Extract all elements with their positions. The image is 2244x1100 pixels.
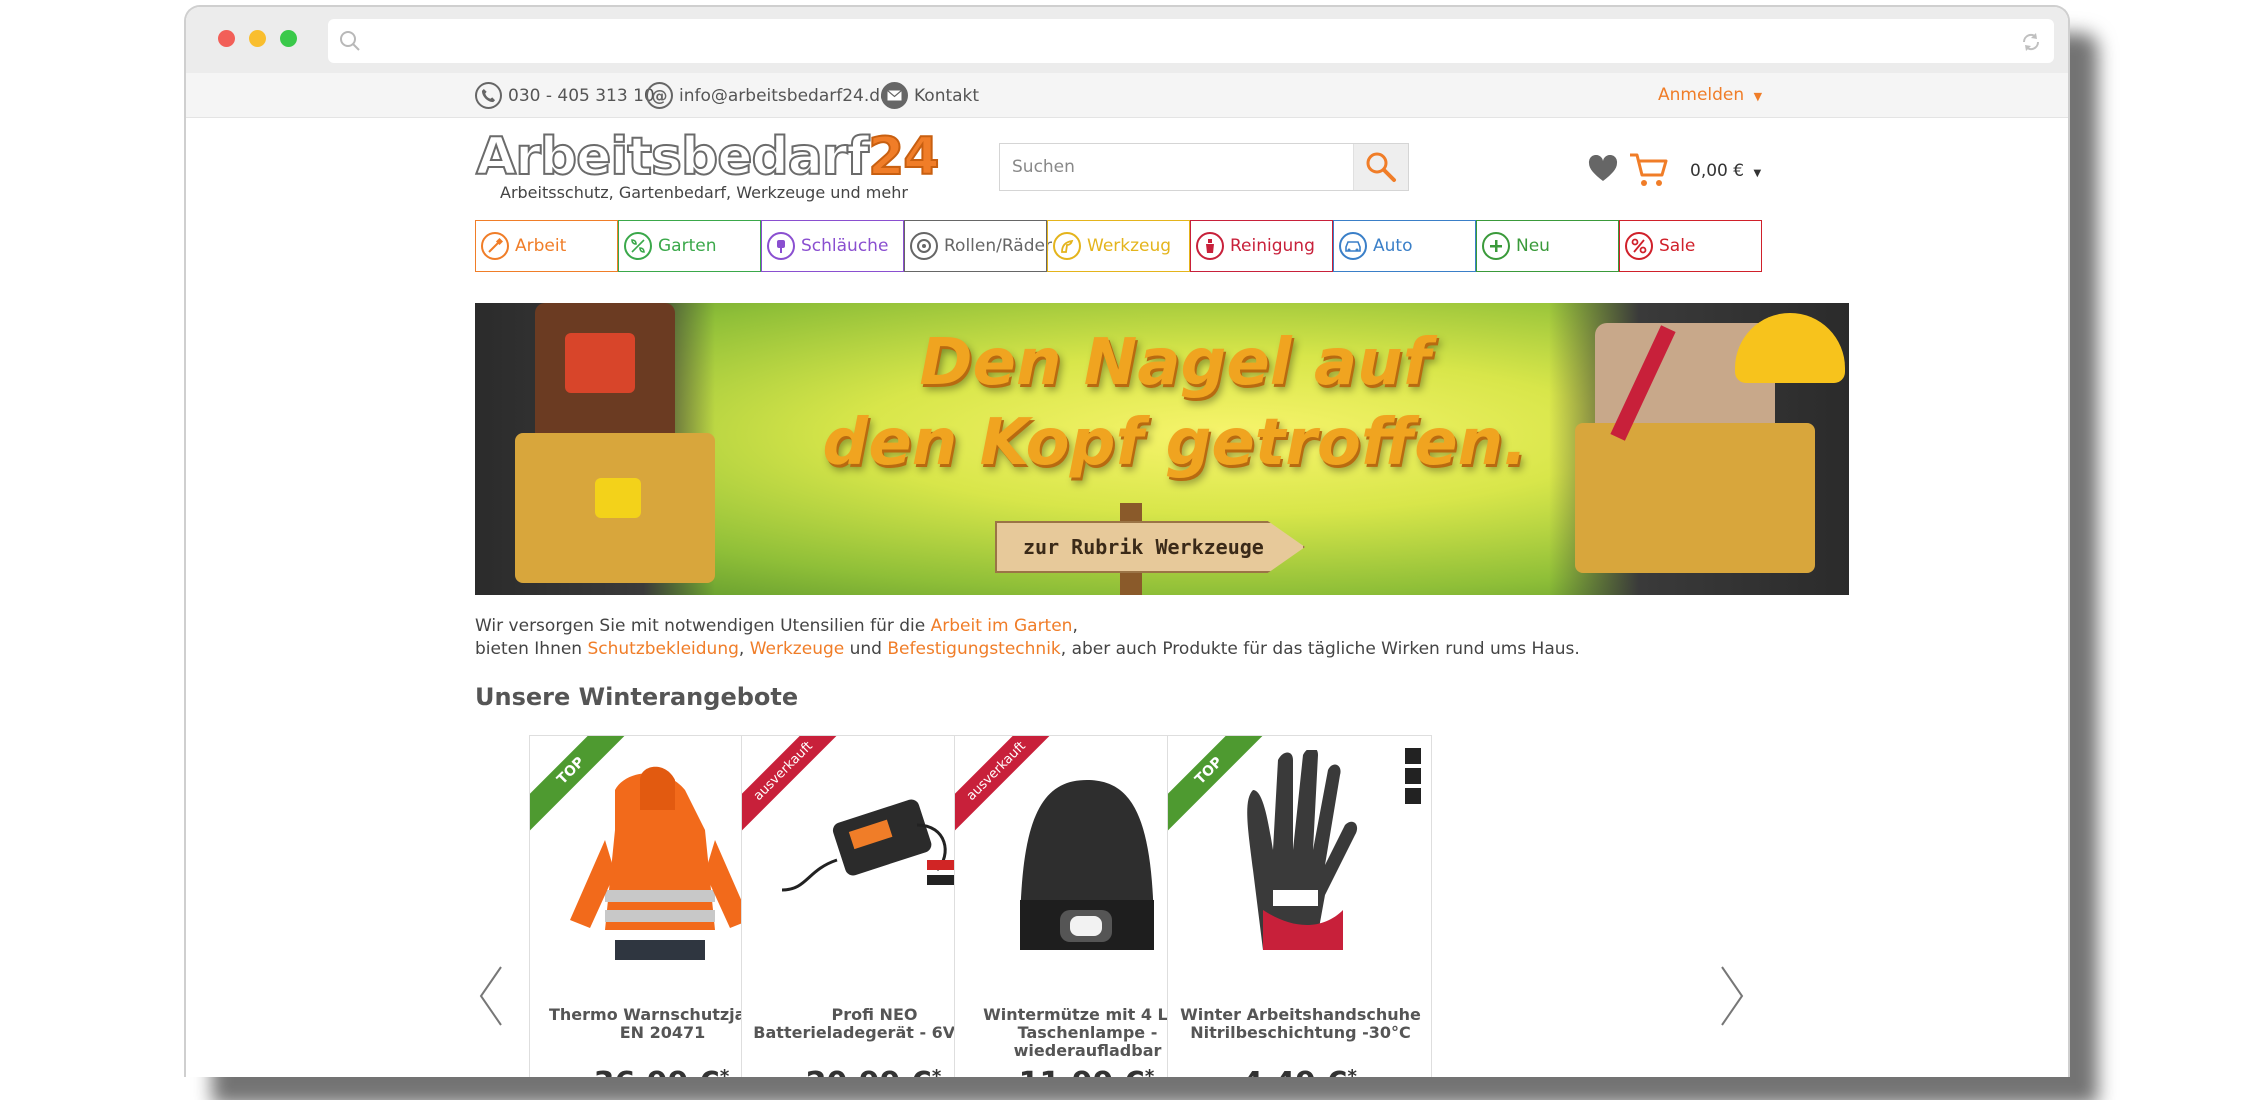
shovel-icon [481,232,509,260]
login-label: Anmelden [1658,85,1745,105]
product-price-footnote: * [931,1066,942,1077]
site-logo[interactable]: Arbeitsbedarf24 Arbeitsschutz, Gartenbed… [475,130,940,202]
intro-text-part: bieten Ihnen [475,639,588,659]
link-fastening[interactable]: Befestigungstechnik [887,639,1060,659]
nav-tab-label: Werkzeug [1087,236,1172,256]
intro-text-part: , aber auch Produkte für das tägliche Wi… [1060,639,1580,659]
logo-text: Arbeitsbedarf [475,127,870,187]
caret-down-icon: ▼ [1753,168,1762,179]
nav-tab-label: Garten [658,236,717,256]
banner-headline: Den Nagel auf den Kopf getroffen. [795,323,1555,483]
product-card[interactable]: TOP Winter Arbeitshandschuhe Nitrilbeschi… [1167,735,1432,1077]
nav-tab-werkzeug[interactable]: Werkzeug [1047,220,1190,272]
product-image[interactable] [1193,747,1408,970]
mail-icon [881,82,908,109]
intro-text-part: , [738,639,750,659]
banner-headline-line1: Den Nagel auf [919,326,1431,400]
hero-banner[interactable]: Den Nagel auf den Kopf getroffen. zur Ru… [475,303,1849,595]
login-dropdown[interactable]: Anmelden ▼ [1658,85,1762,105]
nav-tab-label: Reinigung [1230,236,1315,256]
section-title: Unsere Winterangebote [475,683,799,711]
nav-tab-neu[interactable]: Neu [1476,220,1619,272]
banner-headline-line2: den Kopf getroffen. [822,406,1528,480]
close-window-button[interactable] [218,30,235,47]
phone-icon [475,82,502,109]
cleaning-icon [1196,232,1224,260]
link-tools[interactable]: Werkzeuge [750,639,845,659]
product-price-footnote: * [1144,1066,1155,1077]
cart-total: 0,00 € [1690,161,1745,181]
nav-tab-arbeit[interactable]: Arbeit [475,220,618,272]
intro-text-part: , [1072,616,1078,636]
logo-number: 24 [867,127,940,187]
nav-tab-label: Auto [1373,236,1413,256]
product-image[interactable] [980,750,1195,970]
nav-tab-rollen-räder[interactable]: Rollen/Räder [904,220,1052,272]
garden-icon [624,232,652,260]
search-button[interactable] [1353,144,1408,190]
maximize-window-button[interactable] [280,30,297,47]
browser-window: 030 - 405 313 10 @ info@arbeitsbedarf24.… [184,5,2070,1077]
nav-tab-label: Rollen/Räder [944,236,1052,256]
minimize-window-button[interactable] [249,30,266,47]
wheel-icon [910,232,938,260]
cart-icon[interactable] [1628,151,1670,189]
tool-icon [1053,232,1081,260]
phone-number: 030 - 405 313 10 [508,85,655,106]
hose-icon [767,232,795,260]
product-price-footnote: * [719,1066,730,1077]
intro-text: Wir versorgen Sie mit notwendigen Utensi… [475,615,1580,661]
banner-cta-sign[interactable]: zur Rubrik Werkzeuge [995,521,1305,573]
product-price-value: 11,99 € [1019,1066,1145,1077]
intro-text-part: und [844,639,888,659]
cart-total-dropdown[interactable]: 0,00 € ▼ [1690,161,1761,181]
contact-bar: 030 - 405 313 10 @ info@arbeitsbedarf24.… [186,73,2068,118]
caret-down-icon: ▼ [1753,90,1763,103]
car-icon [1339,232,1367,260]
carousel-prev-arrow-icon[interactable] [477,965,505,1027]
search-icon [340,31,360,51]
email-address: info@arbeitsbedarf24.de [679,85,891,106]
nav-tab-label: Schläuche [801,236,889,256]
phone-link[interactable]: 030 - 405 313 10 [475,82,655,109]
category-nav: Arbeit Garten Schläuche Rollen/Räder Werkzeu… [475,220,1762,272]
link-protective-clothing[interactable]: Schutzbekleidung [587,639,738,659]
nav-tab-sale[interactable]: Sale [1619,220,1762,272]
logo-tagline: Arbeitsschutz, Gartenbedarf, Werkzeuge u… [500,183,908,202]
product-price: 4,49 €* [1168,1066,1431,1077]
product-price-value: 36,99 € [594,1066,720,1077]
intro-text-part: Wir versorgen Sie mit notwendigen Utensi… [475,616,931,636]
at-icon: @ [646,82,673,109]
product-price-value: 4,49 € [1242,1066,1347,1077]
product-image[interactable] [767,750,982,970]
browser-titlebar [186,7,2068,73]
carousel-next-arrow-icon[interactable] [1718,965,1746,1027]
nav-tab-garten[interactable]: Garten [618,220,761,272]
percent-icon [1625,232,1653,260]
product-image[interactable] [555,750,770,970]
product-carousel: TOPThermo Warnschutzjacke EN 2047136,99 … [475,735,1775,1077]
product-price-footnote: * [1347,1066,1357,1077]
product-title[interactable]: Winter Arbeitshandschuhe Nitrilbeschicht… [1178,1006,1423,1042]
search-icon [1366,152,1396,182]
nav-tab-auto[interactable]: Auto [1333,220,1476,272]
nav-tab-label: Sale [1659,236,1696,256]
address-bar[interactable] [328,19,2054,63]
nav-tab-reinigung[interactable]: Reinigung [1190,220,1333,272]
link-garden-work[interactable]: Arbeit im Garten [931,616,1073,636]
search-input[interactable] [1000,144,1364,190]
contact-label: Kontakt [914,85,980,106]
product-price-value: 20,99 € [806,1066,932,1077]
wishlist-heart-icon[interactable] [1588,155,1618,183]
product-certification-badges [1405,748,1421,804]
reload-icon[interactable] [2020,31,2042,53]
nav-tab-label: Arbeit [515,236,567,256]
email-link[interactable]: @ info@arbeitsbedarf24.de [646,82,891,109]
nav-tab-label: Neu [1516,236,1550,256]
nav-tab-schläuche[interactable]: Schläuche [761,220,904,272]
plus-icon [1482,232,1510,260]
search-form [999,143,1409,191]
contact-link[interactable]: Kontakt [881,82,979,109]
